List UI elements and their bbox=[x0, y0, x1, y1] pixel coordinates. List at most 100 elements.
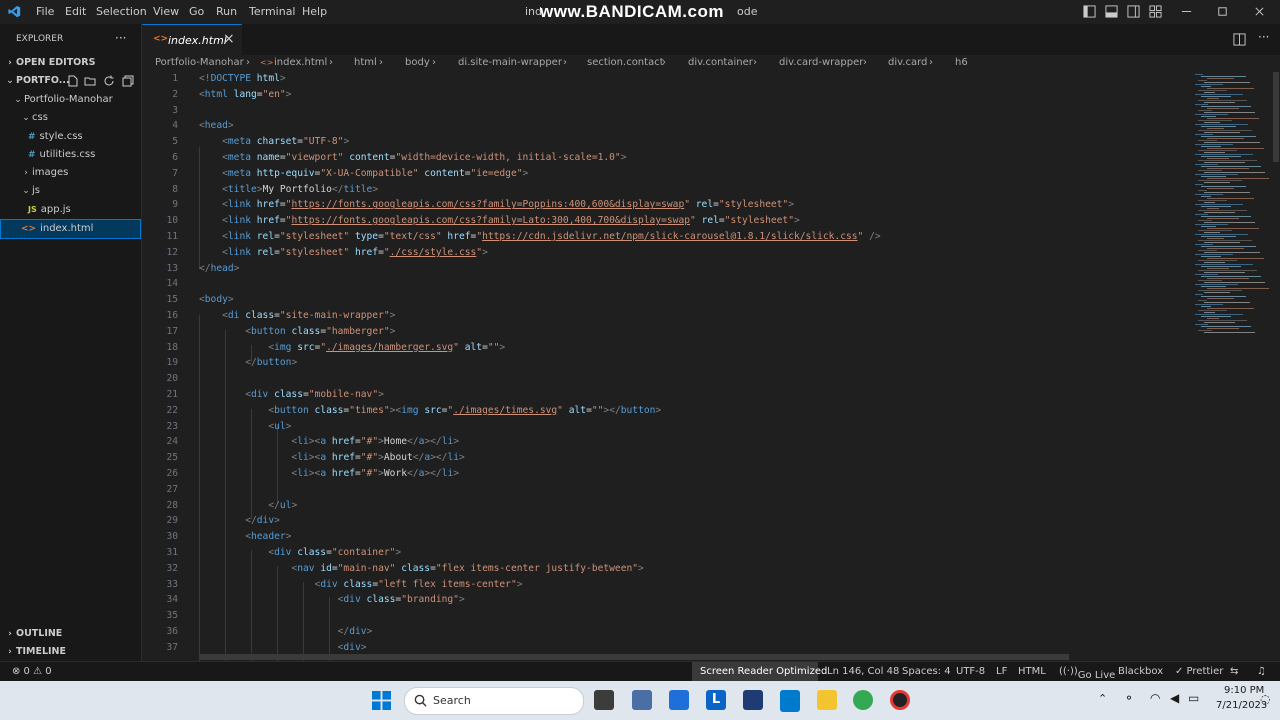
code-line[interactable]: <body> bbox=[199, 294, 234, 305]
cursor-position[interactable]: Ln 146, Col 48 bbox=[827, 666, 899, 677]
code-line[interactable]: <button class="times"><img src="./images… bbox=[199, 405, 661, 416]
code-line[interactable]: <div class="mobile-nav"> bbox=[199, 389, 384, 400]
toggle-primary-sidebar-icon[interactable] bbox=[1083, 5, 1096, 18]
minimap[interactable] bbox=[1192, 72, 1272, 342]
code-line[interactable]: <html lang="en"> bbox=[199, 89, 291, 100]
timeline-section[interactable]: › TIMELINE bbox=[4, 643, 145, 661]
breadcrumb-item[interactable]: div.card-wrapper bbox=[779, 57, 863, 68]
indentation-setting[interactable]: Spaces: 4 bbox=[902, 666, 951, 677]
code-line[interactable]: <link rel="stylesheet" type="text/css" h… bbox=[199, 231, 881, 242]
menu-file[interactable]: File bbox=[36, 5, 54, 18]
minimize-icon[interactable] bbox=[1180, 5, 1193, 18]
screen-reader-status[interactable]: Screen Reader Optimized bbox=[692, 662, 827, 681]
code-line[interactable]: <ul> bbox=[199, 421, 291, 432]
taskbar-search[interactable]: Search bbox=[404, 687, 584, 715]
code-line[interactable]: <li><a href="#">Work</a></li> bbox=[199, 468, 459, 479]
customize-layout-icon[interactable] bbox=[1149, 5, 1162, 18]
new-folder-icon[interactable] bbox=[84, 75, 96, 87]
breadcrumb-item[interactable]: h6 bbox=[955, 57, 968, 68]
close-tab-icon[interactable]: × bbox=[223, 31, 235, 47]
volume-icon[interactable]: ◀ bbox=[1170, 691, 1179, 705]
vscode-logo-icon[interactable] bbox=[8, 5, 21, 18]
wifi-icon[interactable]: ◠ bbox=[1150, 691, 1160, 705]
code-line[interactable]: <div> bbox=[199, 642, 367, 653]
clock-time[interactable]: 9:10 PM bbox=[1224, 685, 1264, 696]
problems-indicator[interactable]: ⊗ 0 ⚠ 0 bbox=[12, 666, 52, 677]
menu-terminal[interactable]: Terminal bbox=[249, 5, 296, 18]
toggle-secondary-sidebar-icon[interactable] bbox=[1127, 5, 1140, 18]
breadcrumb-item[interactable]: div.container bbox=[688, 57, 753, 68]
file-explorer-icon[interactable] bbox=[817, 690, 837, 710]
battery-icon[interactable]: ▭ bbox=[1188, 691, 1199, 705]
breadcrumb-item[interactable]: Portfolio-Manohar bbox=[155, 57, 244, 68]
store-icon[interactable] bbox=[669, 690, 689, 710]
code-line[interactable]: <meta charset="UTF-8"> bbox=[199, 136, 349, 147]
breadcrumb-item[interactable]: index.html bbox=[274, 57, 327, 68]
split-editor-icon[interactable] bbox=[1233, 33, 1246, 46]
breadcrumb-item[interactable]: section.contact bbox=[587, 57, 664, 68]
tree-item-images-folder[interactable]: › images bbox=[20, 164, 161, 182]
tree-item-index-html[interactable]: <> index.html bbox=[0, 219, 141, 239]
code-line[interactable]: <!DOCTYPE html> bbox=[199, 73, 286, 84]
notifications-bell-icon[interactable]: ♫ bbox=[1257, 666, 1266, 677]
menu-go[interactable]: Go bbox=[189, 5, 204, 18]
code-line[interactable]: <li><a href="#">Home</a></li> bbox=[199, 436, 459, 447]
code-line[interactable]: <link href="https://fonts.googleapis.com… bbox=[199, 199, 794, 210]
prettier-button[interactable]: ✓ Prettier bbox=[1175, 666, 1223, 677]
code-line[interactable]: <nav id="main-nav" class="flex items-cen… bbox=[199, 563, 643, 574]
vscode-taskbar-icon[interactable] bbox=[780, 690, 800, 712]
toggle-panel-icon[interactable] bbox=[1105, 5, 1118, 18]
tree-item-js-folder[interactable]: ⌄ js bbox=[20, 182, 161, 200]
close-window-icon[interactable] bbox=[1253, 5, 1266, 18]
code-line[interactable]: <img src="./images/hamberger.svg" alt=""… bbox=[199, 342, 505, 353]
learning-app-icon[interactable]: L bbox=[706, 690, 726, 710]
code-line[interactable]: <link rel="stylesheet" href="./css/style… bbox=[199, 247, 488, 258]
code-line[interactable]: <di class="site-main-wrapper"> bbox=[199, 310, 395, 321]
network-status-icon[interactable]: ⚬ bbox=[1124, 691, 1134, 705]
chrome-icon[interactable] bbox=[853, 690, 873, 710]
taskbar-app-icon[interactable] bbox=[632, 690, 652, 710]
menu-edit[interactable]: Edit bbox=[65, 5, 86, 18]
code-line[interactable]: </div> bbox=[199, 515, 280, 526]
horizontal-scrollbar[interactable] bbox=[199, 654, 1069, 660]
code-line[interactable]: <title>My Portfolio</title> bbox=[199, 184, 378, 195]
code-line[interactable]: <div class="left flex items-center"> bbox=[199, 579, 523, 590]
code-line[interactable]: <head> bbox=[199, 120, 234, 131]
refresh-icon[interactable] bbox=[103, 75, 115, 87]
dev-app-icon[interactable] bbox=[743, 690, 763, 710]
code-line[interactable]: </head> bbox=[199, 263, 239, 274]
breadcrumb-item[interactable]: div.card bbox=[888, 57, 927, 68]
breadcrumb-item[interactable]: body bbox=[405, 57, 430, 68]
menu-run[interactable]: Run bbox=[216, 5, 237, 18]
tab-index-html[interactable]: <> index.html × bbox=[142, 24, 242, 56]
breadcrumb-item[interactable]: di.site-main-wrapper bbox=[458, 57, 562, 68]
explorer-more-icon[interactable]: ··· bbox=[115, 29, 135, 47]
menu-selection[interactable]: Selection bbox=[96, 5, 147, 18]
show-hidden-icons-icon[interactable]: ⌃ bbox=[1098, 692, 1107, 705]
code-line[interactable]: <meta name="viewport" content="width=dev… bbox=[199, 152, 626, 163]
maximize-icon[interactable] bbox=[1216, 5, 1229, 18]
menu-view[interactable]: View bbox=[153, 5, 179, 18]
code-line[interactable]: <div class="branding"> bbox=[199, 594, 465, 605]
editor-scrollbar[interactable] bbox=[1273, 72, 1279, 162]
feedback-icon[interactable]: ⇆ bbox=[1230, 666, 1238, 677]
breadcrumb-item[interactable]: html bbox=[354, 57, 377, 68]
tree-item-css-folder[interactable]: ⌄ css bbox=[20, 109, 161, 127]
code-line[interactable]: </button> bbox=[199, 357, 297, 368]
open-editors-section[interactable]: › OPEN EDITORS bbox=[4, 54, 145, 72]
code-line[interactable]: </ul> bbox=[199, 500, 297, 511]
more-actions-icon[interactable]: ··· bbox=[1258, 30, 1269, 44]
outline-section[interactable]: › OUTLINE bbox=[4, 625, 145, 643]
code-line[interactable]: <link href="https://fonts.googleapis.com… bbox=[199, 215, 800, 226]
code-line[interactable]: <div class="container"> bbox=[199, 547, 401, 558]
code-editor[interactable]: 1 <!DOCTYPE html> 2 <html lang="en"> 3 4 <head… bbox=[142, 72, 1280, 661]
new-file-icon[interactable] bbox=[67, 75, 79, 87]
code-line[interactable]: <li><a href="#">About</a></li> bbox=[199, 452, 464, 463]
code-line[interactable]: <meta http-equiv="X-UA-Compatible" conte… bbox=[199, 168, 528, 179]
go-live-button[interactable]: ((·)) Go Live bbox=[1059, 666, 1115, 681]
collapse-all-icon[interactable] bbox=[122, 75, 134, 87]
task-view-icon[interactable] bbox=[594, 690, 614, 710]
notification-center-icon[interactable]: ◌ bbox=[1260, 692, 1270, 706]
tree-item-portfolio-manohar[interactable]: ⌄ Portfolio-Manohar bbox=[12, 91, 153, 109]
language-mode[interactable]: HTML bbox=[1018, 666, 1046, 677]
